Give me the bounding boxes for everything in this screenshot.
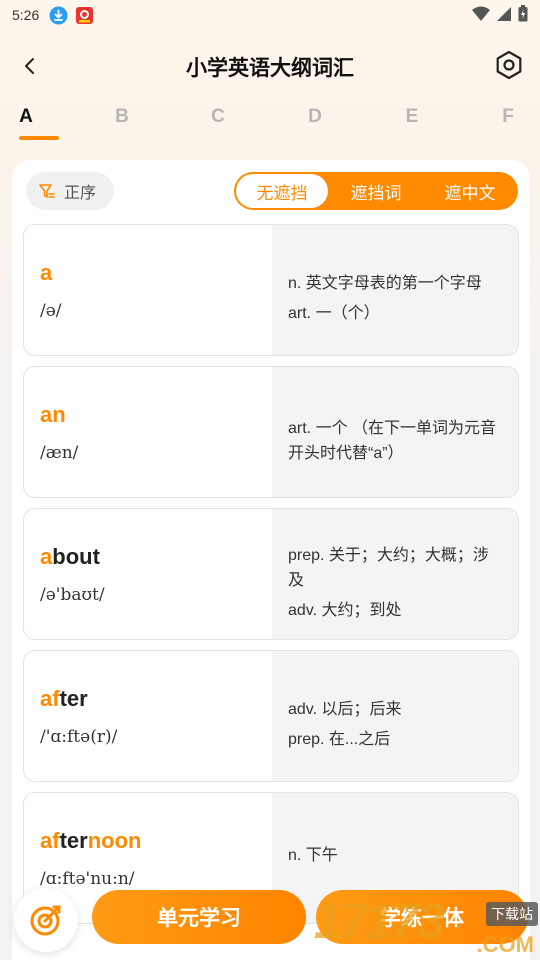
word-side: an /æn/ — [24, 367, 272, 497]
definition-line: art. 一个 （在下一单词为元音开头时代替“a”） — [288, 419, 497, 462]
word-text: a — [40, 260, 52, 286]
definition-side: prep. 关于；大约；大概；涉及 adv. 大约；到处 — [272, 509, 518, 639]
definition-line: n. 下午 — [288, 847, 338, 864]
word-text: about — [40, 544, 100, 570]
signal-icon — [496, 6, 512, 25]
definition-side: n. 英文字母表的第一个字母 art. 一（个） — [272, 225, 518, 355]
definition-line: prep. 在...之后 — [288, 731, 391, 748]
word-text: afternoon — [40, 828, 141, 854]
word-phonetic: /'ɑ:ftə(r)/ — [40, 727, 118, 747]
unit-study-button[interactable]: 单元学习 — [92, 890, 306, 944]
sort-button[interactable]: 正序 — [26, 172, 114, 210]
word-text: an — [40, 402, 66, 428]
tab-a[interactable]: A — [6, 106, 46, 128]
settings-button[interactable] — [492, 48, 526, 82]
status-bar: 5:26 — [0, 0, 540, 30]
letter-tabs: A B C D E F — [0, 100, 540, 144]
target-button[interactable] — [14, 888, 78, 952]
word-phonetic: /æn/ — [40, 443, 79, 463]
sort-label: 正序 — [64, 185, 97, 202]
wifi-icon — [472, 6, 490, 25]
back-button[interactable] — [14, 50, 46, 82]
tab-b[interactable]: B — [102, 106, 142, 128]
back-arrow-icon — [25, 58, 34, 74]
word-highlight: a — [40, 544, 53, 569]
word-side: about /ə'baʊt/ — [24, 509, 272, 639]
page-title: 小学英语大纲词汇 — [186, 57, 354, 80]
word-highlight: af — [40, 686, 60, 711]
study-practice-button[interactable]: 学练一体 — [316, 890, 528, 944]
word-highlight: a — [40, 260, 53, 285]
word-highlight: an — [40, 402, 66, 427]
mode-mask-word[interactable]: 遮挡词 — [330, 174, 422, 208]
tab-e[interactable]: E — [392, 106, 432, 128]
word-side: a /ə/ — [24, 225, 272, 355]
sort-filter-icon — [39, 184, 55, 198]
word-card[interactable]: a /ə/ n. 英文字母表的第一个字母 art. 一（个） — [23, 224, 519, 356]
definition-line: n. 英文字母表的第一个字母 — [288, 275, 482, 292]
definition-line: adv. 以后；后来 — [288, 701, 402, 718]
mode-mask-chinese[interactable]: 遮中文 — [424, 174, 516, 208]
definition-side: adv. 以后；后来 prep. 在...之后 — [272, 651, 518, 781]
battery-icon — [518, 5, 528, 25]
app-notification-icon — [75, 6, 94, 25]
word-card[interactable]: after /'ɑ:ftə(r)/ adv. 以后；后来 prep. 在...之… — [23, 650, 519, 782]
tab-d[interactable]: D — [295, 106, 335, 128]
target-icon — [30, 905, 61, 936]
word-card[interactable]: about /ə'baʊt/ prep. 关于；大约；大概；涉及 adv. 大约… — [23, 508, 519, 640]
settings-hexagon-icon — [496, 50, 522, 80]
tab-c[interactable]: C — [198, 106, 238, 128]
word-rest: bout — [52, 544, 100, 569]
definition-side: art. 一个 （在下一单词为元音开头时代替“a”） — [272, 367, 518, 497]
word-text: after — [40, 686, 88, 712]
word-side: after /'ɑ:ftə(r)/ — [24, 651, 272, 781]
mode-no-mask[interactable]: 无遮挡 — [236, 174, 328, 208]
definition-line: adv. 大约；到处 — [288, 601, 402, 619]
word-phonetic: /ə/ — [40, 301, 62, 321]
word-card[interactable]: an /æn/ art. 一个 （在下一单词为元音开头时代替“a”） — [23, 366, 519, 498]
download-icon — [49, 6, 68, 25]
status-time: 5:26 — [12, 7, 40, 23]
word-phonetic: /ə'baʊt/ — [40, 585, 105, 605]
tab-f[interactable]: F — [488, 106, 528, 128]
active-tab-indicator — [19, 136, 59, 140]
bottom-action-bar: 单元学习 学练一体 — [0, 880, 540, 960]
definition-line: prep. 关于；大约；大概；涉及 — [288, 546, 489, 589]
word-highlight: af — [40, 828, 60, 853]
top-bar: 小学英语大纲词汇 — [0, 40, 540, 92]
word-rest: ter — [59, 686, 88, 711]
definition-line: art. 一（个） — [288, 305, 380, 322]
word-rest: ter — [59, 828, 88, 853]
word-suffix: noon — [87, 828, 142, 853]
mask-mode-selector: 无遮挡 遮挡词 遮中文 — [234, 172, 518, 210]
